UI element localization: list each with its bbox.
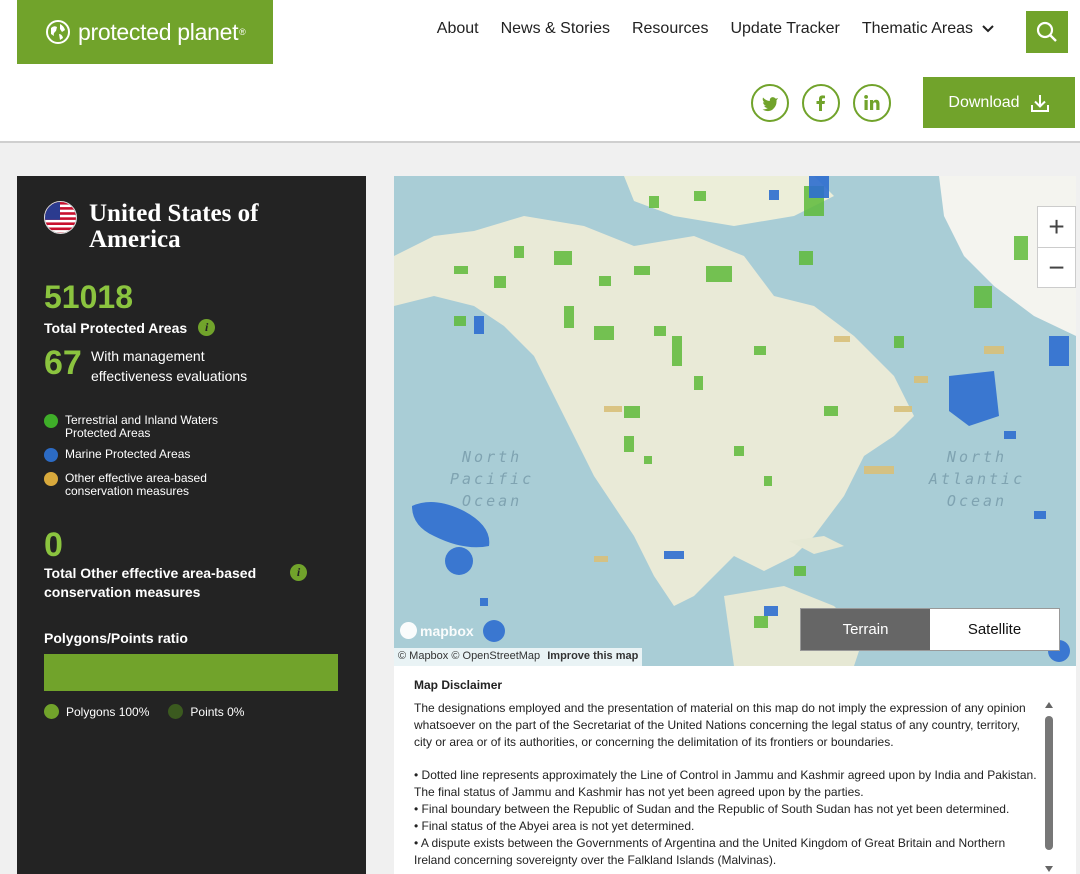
management-effectiveness-count: 67 — [44, 344, 82, 382]
facebook-icon[interactable] — [802, 84, 840, 122]
mapbox-icon — [400, 622, 417, 639]
improve-map-link[interactable]: Improve this map — [547, 650, 638, 662]
polygons-bar-fill — [44, 654, 338, 691]
ratio-title: Polygons/Points ratio — [44, 630, 188, 646]
site-header: protected planet ® About News & Stories R… — [0, 0, 1080, 143]
north-atlantic-ocean-label: North Atlantic Ocean — [928, 448, 1026, 510]
points-legend-dot — [168, 704, 184, 719]
zoom-controls: + − — [1037, 206, 1076, 288]
legend-item-terrestrial: Terrestrial and Inland Waters Protected … — [44, 414, 235, 440]
oecm-total-label-row: Total Other effective area-based conserv… — [44, 564, 314, 602]
disclaimer-bullet: • Final boundary between the Republic of… — [414, 802, 1010, 816]
oecm-legend-dot — [44, 472, 58, 486]
globe-icon — [46, 20, 70, 44]
disclaimer-bullet: • Dotted line represents approximately t… — [414, 768, 1037, 799]
ratio-legend: Polygons 100% Points 0% — [44, 704, 244, 719]
nav-about[interactable]: About — [437, 20, 479, 38]
zoom-in-button[interactable]: + — [1038, 207, 1075, 247]
nav-news-stories[interactable]: News & Stories — [501, 20, 610, 38]
protected-planet-logo[interactable]: protected planet ® — [17, 0, 273, 64]
management-effectiveness-label: With management effectiveness evaluation… — [91, 348, 248, 384]
scroll-up-arrow-icon[interactable] — [1045, 702, 1053, 708]
legend-label-marine: Marine Protected Areas — [65, 447, 191, 461]
north-pacific-ocean-label: North Pacific Ocean — [450, 448, 535, 510]
terrestrial-legend-dot — [44, 414, 58, 428]
scroll-thumb[interactable] — [1045, 716, 1053, 850]
chevron-down-icon — [982, 25, 994, 33]
logo-registered-mark: ® — [239, 27, 246, 37]
legend-item-marine: Marine Protected Areas — [44, 448, 190, 462]
download-label: Download — [948, 93, 1020, 111]
mapbox-label: mapbox — [420, 622, 474, 639]
oecm-total-count: 0 — [44, 526, 63, 564]
country-name: United States of America — [89, 200, 259, 253]
info-icon[interactable]: i — [290, 564, 307, 581]
nav-update-tracker[interactable]: Update Tracker — [730, 20, 839, 38]
map-attribution: © Mapbox © OpenStreetMap Improve this ma… — [394, 648, 643, 666]
marine-legend-dot — [44, 448, 58, 462]
disclaimer-title: Map Disclaimer — [414, 678, 503, 692]
polygons-legend-dot — [44, 704, 59, 719]
social-links — [751, 84, 891, 122]
nav-resources[interactable]: Resources — [632, 20, 708, 38]
polygons-points-bar — [44, 654, 338, 691]
disclaimer-paragraph: The designations employed and the presen… — [414, 701, 1026, 749]
search-icon — [1036, 21, 1057, 42]
logo-text: protected planet — [78, 18, 239, 45]
country-header: United States of America — [44, 201, 289, 253]
twitter-icon[interactable] — [751, 84, 789, 122]
mapbox-logo[interactable]: mapbox — [400, 622, 474, 639]
total-protected-areas-label: Total Protected Areas — [44, 319, 188, 336]
polygons-label: Polygons 100% — [66, 704, 150, 719]
points-label: Points 0% — [190, 704, 245, 719]
total-protected-areas-count: 51018 — [44, 279, 133, 315]
us-flag-icon — [44, 201, 77, 234]
disclaimer-body: The designations employed and the presen… — [414, 700, 1040, 869]
download-button[interactable]: Download — [923, 77, 1075, 128]
info-icon[interactable]: i — [198, 319, 216, 336]
satellite-button[interactable]: Satellite — [930, 609, 1059, 650]
terrain-button[interactable]: Terrain — [801, 609, 930, 650]
main-nav: About News & Stories Resources Update Tr… — [415, 20, 995, 38]
legend-item-oecm: Other effective area-based conservation … — [44, 472, 235, 498]
nav-thematic-areas[interactable]: Thematic Areas — [862, 20, 995, 38]
download-icon — [1030, 94, 1049, 112]
disclaimer-bullet: • A dispute exists between the Governmen… — [414, 836, 1006, 867]
legend-label-oecm: Other effective area-based conservation … — [65, 471, 207, 498]
oecm-total-label: Total Other effective area-based conserv… — [44, 565, 257, 600]
map-canvas[interactable] — [394, 176, 1076, 666]
zoom-out-button[interactable]: − — [1038, 247, 1075, 287]
attribution-text[interactable]: © Mapbox © OpenStreetMap — [398, 650, 540, 662]
legend-label-terrestrial: Terrestrial and Inland Waters Protected … — [65, 413, 218, 440]
scroll-down-arrow-icon[interactable] — [1045, 866, 1053, 872]
disclaimer-scrollbar[interactable] — [1044, 702, 1054, 872]
map-disclaimer: Map Disclaimer The designations employed… — [394, 666, 1076, 874]
nav-thematic-areas-label: Thematic Areas — [861, 20, 973, 37]
search-button[interactable] — [1026, 11, 1068, 53]
map-style-toggle: Terrain Satellite — [800, 608, 1060, 651]
disclaimer-bullet: • Final status of the Abyei area is not … — [414, 819, 695, 833]
linkedin-icon[interactable] — [853, 84, 891, 122]
country-stats-panel: United States of America 51018 Total Pro… — [17, 176, 366, 874]
total-protected-areas-label-row: Total Protected Areas i — [44, 319, 216, 336]
protected-areas-map[interactable]: North Pacific Ocean North Atlantic Ocean + −… — [394, 176, 1076, 666]
